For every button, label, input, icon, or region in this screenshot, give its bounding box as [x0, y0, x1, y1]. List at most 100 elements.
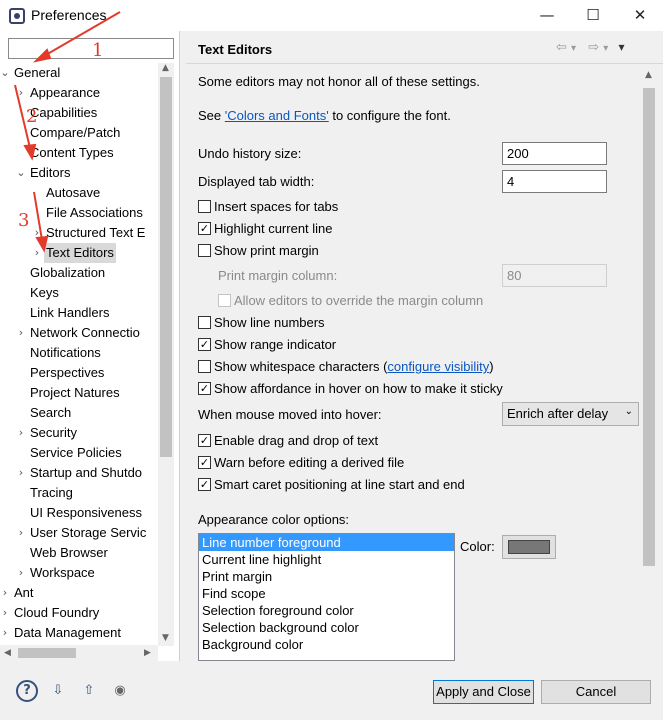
checkbox-icon[interactable]: ✓: [198, 456, 211, 469]
font-config-text: See 'Colors and Fonts' to configure the …: [198, 108, 451, 123]
margin-column-input[interactable]: 80: [502, 264, 607, 287]
configure-visibility-link[interactable]: configure visibility: [387, 359, 489, 374]
scrollbar-thumb[interactable]: [643, 88, 655, 566]
checkbox-icon[interactable]: [198, 360, 211, 373]
color-option-item[interactable]: Background color: [199, 636, 454, 653]
tree-item-label: Cloud Foundry: [14, 605, 100, 620]
tree-horizontal-scrollbar[interactable]: ◀ ▶: [0, 645, 158, 661]
tree-item-label: Perspectives: [30, 365, 105, 380]
scrollbar-thumb[interactable]: [18, 648, 76, 658]
appearance-color-label: Appearance color options:: [198, 512, 350, 527]
chevron-right-icon[interactable]: ›: [32, 223, 42, 243]
filter-input[interactable]: [8, 38, 174, 59]
checkbox-label: Show line numbers: [214, 315, 325, 330]
tree-vertical-scrollbar[interactable]: ▲ ▼: [158, 63, 174, 646]
help-icon[interactable]: ?: [16, 680, 38, 702]
forward-arrow-icon[interactable]: ⇨: [588, 40, 599, 55]
color-option-item[interactable]: Current line highlight: [199, 551, 454, 568]
color-picker-button[interactable]: [502, 535, 556, 559]
color-option-item[interactable]: Line number foreground: [199, 534, 454, 551]
checkbox-icon[interactable]: ✓: [198, 382, 211, 395]
import-icon[interactable]: ⇩: [47, 680, 69, 702]
annotation-number-1: 1: [92, 40, 104, 61]
checkbox-icon[interactable]: [198, 244, 211, 257]
scroll-down-icon[interactable]: ▼: [162, 633, 169, 643]
chevron-down-icon: ⌄: [624, 406, 633, 417]
chevron-down-icon[interactable]: ⌄: [16, 163, 26, 183]
checkbox-icon[interactable]: ✓: [198, 434, 211, 447]
scroll-up-icon[interactable]: ▲: [645, 70, 652, 80]
preferences-tree: ⌄ General › Appearance Capabilities Compare/P…: [0, 63, 158, 646]
tree-item-label: Appearance: [30, 85, 101, 100]
tree-item-label: Capabilities: [30, 105, 98, 120]
checkbox-icon[interactable]: ✓: [198, 338, 211, 351]
checkbox-label: Enable drag and drop of text: [214, 433, 379, 448]
window-title: Preferences: [31, 7, 107, 23]
tree-item-label: Notifications: [30, 345, 101, 360]
see-prefix: See: [198, 108, 225, 123]
tree-item-label: Text Editors: [44, 243, 116, 263]
chevron-right-icon[interactable]: ›: [0, 583, 10, 603]
record-icon[interactable]: ◉: [109, 680, 131, 702]
tab-width-input[interactable]: 4: [502, 170, 607, 193]
color-option-item[interactable]: Print margin: [199, 568, 454, 585]
export-icon[interactable]: ⇧: [78, 680, 100, 702]
checkbox-label: Show print margin: [214, 243, 319, 258]
checkbox-icon[interactable]: [198, 200, 211, 213]
view-menu-icon[interactable]: ▾: [618, 40, 624, 54]
scroll-left-icon[interactable]: ◀: [4, 648, 11, 658]
scrollbar-thumb[interactable]: [160, 77, 172, 457]
tree-item-label: Web Browser: [30, 545, 108, 560]
back-menu-icon[interactable]: ▾: [571, 43, 576, 54]
scroll-right-icon[interactable]: ▶: [144, 648, 151, 658]
cancel-button[interactable]: Cancel: [541, 680, 651, 704]
color-option-item[interactable]: Selection background color: [199, 619, 454, 636]
hover-label: When mouse moved into hover:: [198, 407, 382, 422]
tree-item-label: Autosave: [46, 185, 101, 200]
checkbox-label: Warn before editing a derived file: [214, 455, 405, 470]
color-option-item[interactable]: Selection foreground color: [199, 602, 454, 619]
tree-item-label: Keys: [30, 285, 59, 300]
chevron-right-icon[interactable]: ›: [16, 423, 26, 443]
undo-history-input[interactable]: 200: [502, 142, 607, 165]
whitespace-label: Show whitespace characters (: [214, 359, 388, 374]
checkbox-label: Insert spaces for tabs: [214, 199, 339, 214]
see-suffix: to configure the font.: [328, 108, 451, 123]
maximize-button[interactable]: ☐: [570, 0, 616, 31]
tree-item-label: General: [14, 65, 61, 80]
chevron-right-icon[interactable]: ›: [0, 623, 10, 643]
chevron-right-icon[interactable]: ›: [16, 323, 26, 343]
forward-menu-icon[interactable]: ▾: [603, 43, 608, 54]
undo-history-label: Undo history size:: [198, 146, 302, 161]
chevron-right-icon[interactable]: ›: [16, 83, 26, 103]
chevron-right-icon[interactable]: ›: [16, 523, 26, 543]
tree-item-label: Tracing: [30, 485, 73, 500]
tree-item-label: Content Types: [30, 145, 114, 160]
colors-fonts-link[interactable]: 'Colors and Fonts': [225, 108, 329, 123]
checkbox-icon[interactable]: ✓: [198, 222, 211, 235]
whitespace-suffix: ): [489, 359, 494, 374]
chevron-right-icon[interactable]: ›: [16, 463, 26, 483]
page-title: Text Editors: [198, 42, 273, 57]
close-button[interactable]: ✕: [617, 0, 663, 31]
apply-and-close-button[interactable]: Apply and Close: [433, 680, 534, 704]
margin-column-label: Print margin column:: [218, 268, 338, 283]
color-option-item[interactable]: Find scope: [199, 585, 454, 602]
checkbox-icon[interactable]: [198, 316, 211, 329]
eclipse-app-icon: [9, 8, 25, 24]
minimize-button[interactable]: —: [524, 0, 570, 31]
checkbox-label: Allow editors to override the margin col…: [234, 293, 484, 308]
chevron-down-icon[interactable]: ⌄: [0, 63, 10, 83]
hover-mode-select[interactable]: Enrich after delay ⌄: [502, 402, 639, 426]
checkbox-icon[interactable]: [218, 294, 231, 307]
checkbox-icon[interactable]: ✓: [198, 478, 211, 491]
chevron-right-icon[interactable]: ›: [0, 603, 10, 623]
tree-item-label: File Associations: [46, 205, 143, 220]
chevron-right-icon[interactable]: ›: [32, 243, 42, 263]
page-vertical-scrollbar[interactable]: ▲: [641, 68, 657, 660]
back-arrow-icon[interactable]: ⇦: [556, 40, 567, 55]
chevron-right-icon[interactable]: ›: [16, 563, 26, 583]
scroll-up-icon[interactable]: ▲: [162, 63, 169, 73]
tree-item-label: Link Handlers: [30, 305, 110, 320]
color-options-list[interactable]: Line number foreground Current line highl…: [198, 533, 455, 661]
